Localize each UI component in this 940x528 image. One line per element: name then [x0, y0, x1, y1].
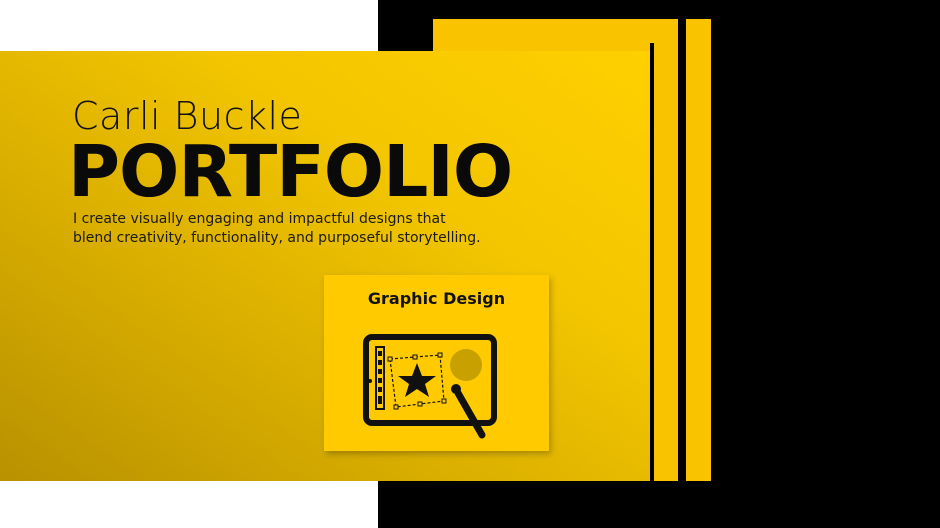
decorative-divider — [650, 43, 654, 483]
tagline: I create visually engaging and impactful… — [73, 210, 543, 248]
decorative-yellow-strip — [686, 19, 711, 481]
tagline-line-1: I create visually engaging and impactful… — [73, 211, 446, 227]
tagline-line-2: blend creativity, functionality, and pur… — [73, 230, 481, 246]
page-title: PORTFOLIO — [68, 130, 513, 213]
card-title: Graphic Design — [367, 289, 506, 308]
tablet-graphic-design-icon — [363, 334, 497, 439]
graphic-design-card[interactable]: Graphic Design — [324, 275, 549, 451]
